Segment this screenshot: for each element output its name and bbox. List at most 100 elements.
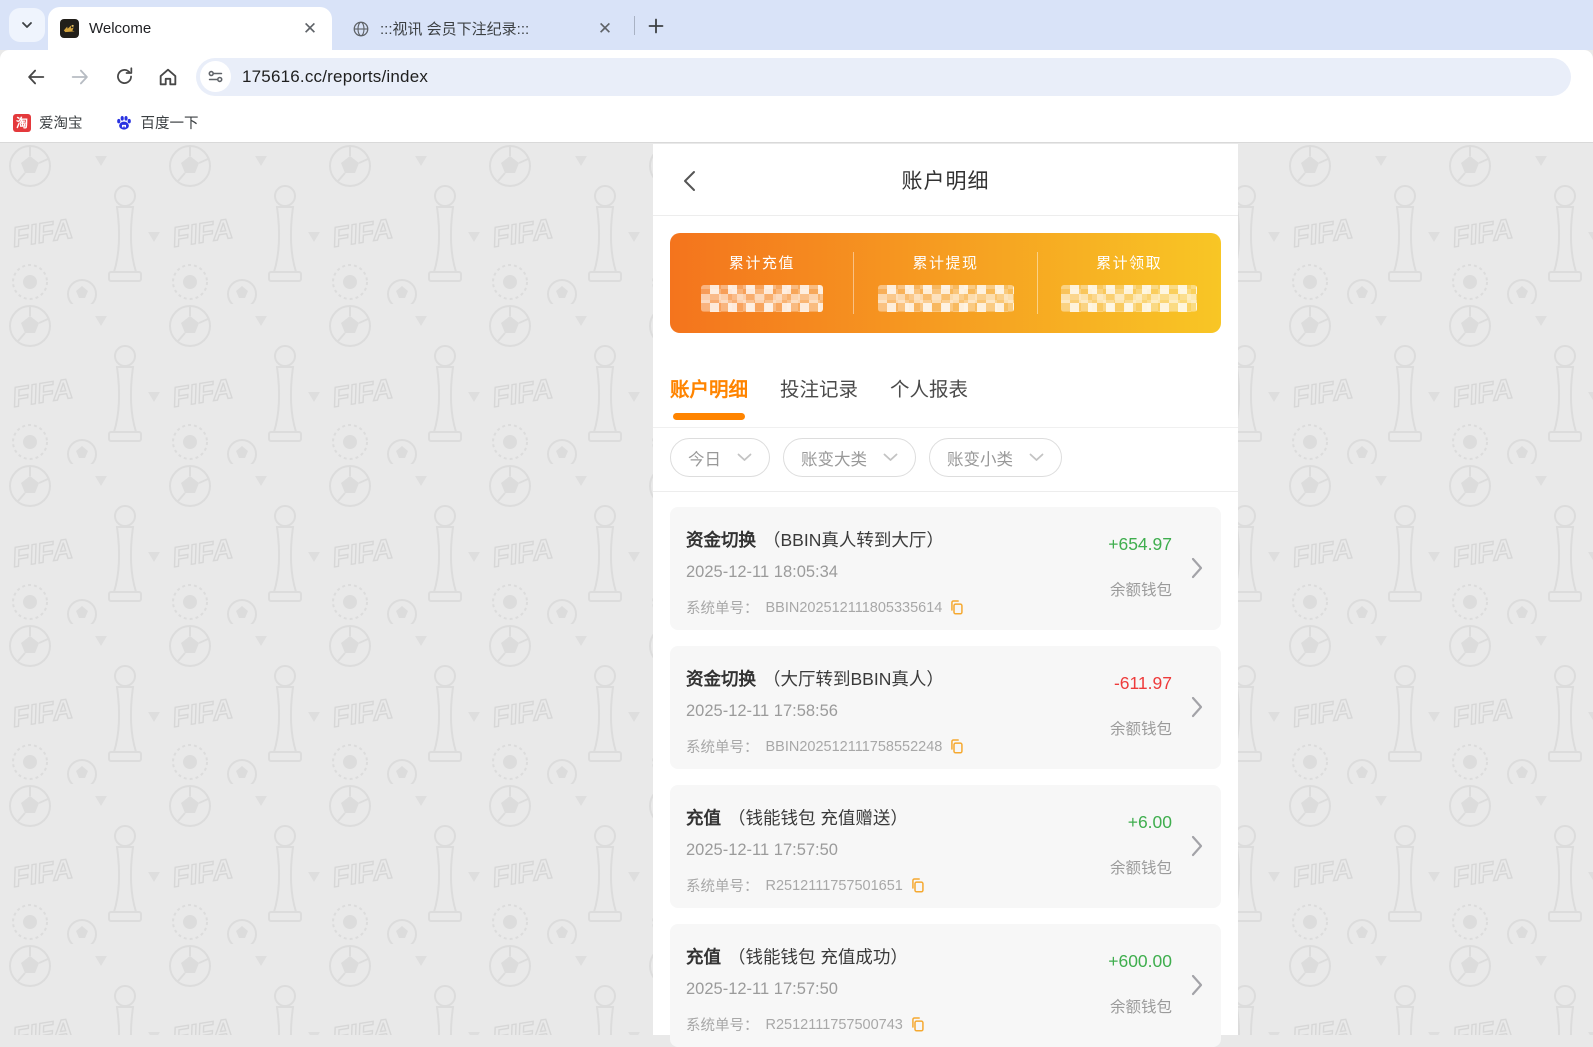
section-tabs: 账户明细 投注记录 个人报表 (653, 350, 1238, 428)
masked-value (701, 285, 823, 312)
record-order-row: 系统单号：R2512111757500743 (686, 1014, 925, 1035)
record-wallet: 余额钱包 (1110, 995, 1172, 1017)
summary-total-deposit: 累计充值 (670, 233, 854, 333)
record-order-row: 系统单号： BBIN202512111758552248 (686, 736, 964, 757)
back-chevron-icon[interactable] (683, 170, 703, 192)
order-label: 系统单号： (686, 597, 759, 618)
record-type: 资金切换 (686, 669, 756, 689)
record-type: 充值 (686, 947, 721, 967)
bookmark-baidu[interactable]: 百度一下 (115, 112, 199, 133)
record-title: 充值 （钱能钱包 充值成功） (686, 944, 908, 969)
tab-title: Welcome (89, 20, 290, 37)
tab-bet-records[interactable]: 投注记录 (780, 350, 858, 427)
browser-tab-strip: Welcome ✕ :::视讯 会员下注纪录::: ✕ (0, 0, 1593, 50)
record-title: 资金切换 （大厅转到BBIN真人） (686, 666, 944, 691)
back-button[interactable] (14, 57, 58, 97)
forward-button[interactable] (58, 57, 102, 97)
record-item[interactable]: 资金切换（大厅转到BBIN真人） 2025-12-11 17:58:56 系统单… (670, 646, 1221, 769)
record-datetime: 2025-12-11 18:05:34 (686, 563, 838, 582)
bookmark-taobao[interactable]: 淘 爱淘宝 (13, 112, 83, 133)
page-title: 账户明细 (902, 165, 990, 195)
summary-card: 累计充值 累计提现 累计领取 (670, 233, 1221, 333)
tab-divider (634, 16, 635, 35)
tab-search-button[interactable] (9, 8, 45, 42)
record-wallet: 余额钱包 (1110, 856, 1172, 878)
page-viewport: FIFA 账户明细 累计充值 累计提现 累计领取 (0, 144, 1593, 1035)
chevron-right-icon (1191, 835, 1203, 857)
chevron-down-icon (19, 17, 35, 33)
order-number: R2512111757501651 (766, 878, 903, 894)
tab-betting-records[interactable]: :::视讯 会员下注纪录::: ✕ (340, 7, 627, 50)
filter-label: 账变大类 (801, 446, 867, 470)
account-detail-panel: 账户明细 累计充值 累计提现 累计领取 账户明细 投注记录 个人报表 (653, 144, 1238, 1035)
order-label: 系统单号： (686, 875, 759, 896)
site-favicon-gold-emblem (60, 19, 79, 38)
filter-label: 今日 (688, 446, 721, 470)
filter-minor-category[interactable]: 账变小类 (929, 438, 1062, 477)
bookmarks-bar: 淘 爱淘宝 百度一下 (0, 103, 1593, 143)
record-subtitle: （钱能钱包 充值成功） (728, 947, 908, 967)
order-label: 系统单号： (686, 1014, 759, 1035)
url-bar[interactable]: 175616.cc/reports/index (196, 58, 1571, 96)
summary-label: 累计提现 (913, 252, 979, 273)
filter-row: 今日 账变大类 账变小类 (653, 428, 1238, 492)
record-wallet: 余额钱包 (1110, 717, 1172, 739)
record-order-row: 系统单号： R2512111757501651 (686, 875, 925, 896)
panel-header: 账户明细 (653, 144, 1238, 216)
baidu-paw-icon (115, 114, 133, 132)
record-subtitle: （钱能钱包 充值赠送） (728, 808, 908, 828)
filter-date[interactable]: 今日 (670, 438, 770, 477)
record-item[interactable]: 资金切换（BBIN真人转到大厅） 2025-12-11 18:05:34 系统单… (670, 507, 1221, 630)
chevron-right-icon (1191, 696, 1203, 718)
record-item[interactable]: 充值（钱能钱包 充值赠送） 2025-12-11 17:57:50 系统单号：R… (670, 785, 1221, 908)
record-title: 充值 （钱能钱包 充值赠送） (686, 805, 908, 830)
order-number: BBIN202512111758552248 (766, 739, 943, 755)
tab-close-icon[interactable]: ✕ (595, 19, 615, 39)
reload-button[interactable] (102, 57, 146, 97)
tab-account-detail[interactable]: 账户明细 (670, 350, 748, 427)
divider (853, 252, 854, 314)
chevron-down-icon (883, 453, 898, 462)
masked-value (878, 285, 1014, 312)
copy-icon[interactable] (910, 877, 925, 894)
record-type: 充值 (686, 808, 721, 828)
summary-total-claimed: 累计领取 (1037, 233, 1221, 333)
tab-welcome[interactable]: Welcome ✕ (48, 7, 332, 50)
chevron-down-icon (1029, 453, 1044, 462)
summary-label: 累计领取 (1096, 252, 1162, 273)
home-button[interactable] (146, 57, 190, 97)
bookmark-label: 百度一下 (141, 112, 199, 133)
copy-icon[interactable] (949, 599, 964, 616)
record-item[interactable]: 充值 （钱能钱包 充值成功） 2025-12-11 17:57:50 系统单号：R… (670, 924, 1221, 1047)
divider (1037, 252, 1038, 314)
copy-icon[interactable] (910, 1016, 925, 1033)
order-label: 系统单号： (686, 736, 759, 757)
record-amount: +600.00 (1108, 951, 1172, 972)
url-text: 175616.cc/reports/index (242, 67, 428, 87)
copy-icon[interactable] (949, 738, 964, 755)
filter-label: 账变小类 (947, 446, 1013, 470)
record-amount: -611.97 (1114, 673, 1172, 694)
record-subtitle: （BBIN真人转到大厅） (763, 530, 944, 550)
summary-total-withdraw: 累计提现 (854, 233, 1038, 333)
summary-label: 累计充值 (729, 252, 795, 273)
taobao-icon: 淘 (13, 114, 31, 132)
record-title: 资金切换（BBIN真人转到大厅） (686, 527, 944, 552)
tab-close-icon[interactable]: ✕ (300, 19, 320, 39)
record-datetime: 2025-12-11 17:57:50 (686, 980, 838, 999)
filter-major-category[interactable]: 账变大类 (783, 438, 916, 477)
record-wallet: 余额钱包 (1110, 578, 1172, 600)
site-settings-icon[interactable] (200, 61, 231, 92)
plus-icon (648, 18, 664, 34)
new-tab-button[interactable] (643, 13, 668, 38)
record-subtitle: （大厅转到BBIN真人） (763, 669, 944, 689)
browser-toolbar: 175616.cc/reports/index (0, 50, 1593, 103)
tab-personal-report[interactable]: 个人报表 (890, 350, 968, 427)
chevron-down-icon (737, 453, 752, 462)
records-list: 资金切换（BBIN真人转到大厅） 2025-12-11 18:05:34 系统单… (653, 492, 1238, 1047)
chevron-right-icon (1191, 974, 1203, 996)
order-number: BBIN202512111805335614 (766, 600, 943, 616)
globe-icon (352, 20, 370, 38)
record-amount: +6.00 (1128, 812, 1172, 833)
tab-title: :::视讯 会员下注纪录::: (380, 18, 585, 39)
